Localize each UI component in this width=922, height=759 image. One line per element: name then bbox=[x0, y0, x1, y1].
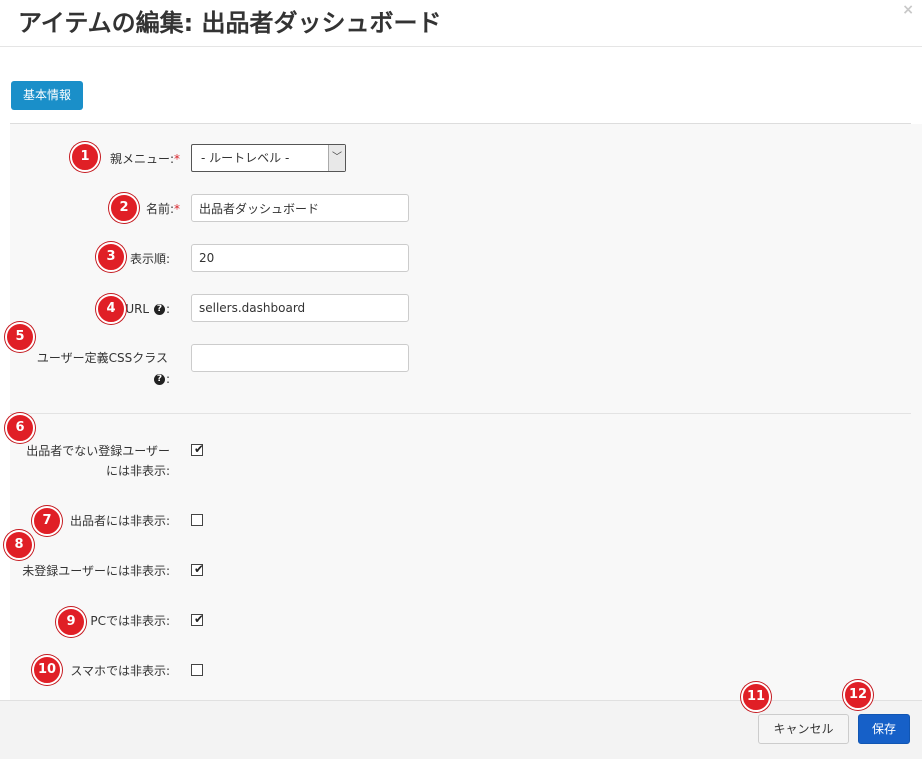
check-icon: ✔ bbox=[194, 442, 205, 456]
required-mark: * bbox=[174, 152, 180, 166]
hide-mobile-checkbox[interactable] bbox=[191, 664, 203, 676]
annotation-badge: 3 bbox=[96, 242, 126, 272]
help-icon[interactable]: ? bbox=[153, 304, 165, 315]
name-input[interactable] bbox=[191, 194, 409, 222]
url-input[interactable] bbox=[191, 294, 409, 322]
check-icon: ✔ bbox=[194, 562, 205, 576]
hide-non-seller-checkbox[interactable]: ✔ bbox=[191, 442, 205, 456]
hide-non-seller-label-line2: には非表示: bbox=[105, 464, 170, 478]
annotation-badge: 11 bbox=[741, 682, 771, 712]
hide-seller-checkbox[interactable] bbox=[191, 514, 203, 526]
annotation-badge: 8 bbox=[4, 530, 34, 560]
css-class-label: ユーザー定義CSSクラス bbox=[36, 351, 168, 365]
annotation-badge: 5 bbox=[5, 322, 35, 352]
hide-mobile-label: スマホでは非表示: bbox=[70, 664, 170, 678]
annotation-badge: 12 bbox=[843, 680, 873, 710]
required-mark: * bbox=[174, 202, 180, 216]
help-icon[interactable]: ? bbox=[153, 374, 165, 385]
annotation-badge: 2 bbox=[109, 193, 139, 223]
chevron-down-icon: ﹀ bbox=[328, 145, 345, 171]
cancel-button[interactable]: キャンセル bbox=[758, 714, 849, 744]
annotation-badge: 1 bbox=[70, 142, 100, 172]
parent-menu-select[interactable]: - ルートレベル - ﹀ bbox=[191, 144, 346, 172]
parent-menu-value: - ルートレベル - bbox=[201, 151, 290, 165]
name-label: 名前:* bbox=[145, 202, 180, 216]
hide-guest-label: 未登録ユーザーには非表示: bbox=[22, 564, 170, 578]
hide-non-seller-label-line1: 出品者でない登録ユーザー bbox=[26, 444, 170, 458]
display-order-input[interactable] bbox=[191, 244, 409, 272]
dialog-header: アイテムの編集: 出品者ダッシュボード × bbox=[0, 0, 922, 47]
tab-basic-info[interactable]: 基本情報 bbox=[11, 81, 84, 110]
section-divider bbox=[10, 413, 911, 414]
annotation-badge: 9 bbox=[56, 607, 86, 637]
annotation-badge: 4 bbox=[96, 294, 126, 324]
display-order-label: 表示順: bbox=[129, 252, 170, 266]
hide-pc-checkbox[interactable]: ✔ bbox=[191, 612, 205, 626]
close-icon[interactable]: × bbox=[902, 2, 914, 18]
annotation-badge: 7 bbox=[32, 506, 62, 536]
hide-pc-label: PCでは非表示: bbox=[90, 614, 170, 628]
dialog-title: アイテムの編集: 出品者ダッシュボード bbox=[18, 9, 442, 37]
css-class-input[interactable] bbox=[191, 344, 409, 372]
css-class-label-help: ?: bbox=[153, 369, 170, 389]
url-label: URL ?: bbox=[125, 302, 170, 316]
annotation-badge: 10 bbox=[32, 655, 62, 685]
hide-seller-label: 出品者には非表示: bbox=[69, 514, 170, 528]
check-icon: ✔ bbox=[194, 612, 205, 626]
annotation-badge: 6 bbox=[5, 413, 35, 443]
save-button[interactable]: 保存 bbox=[858, 714, 910, 744]
parent-menu-label: 親メニュー:* bbox=[109, 152, 180, 166]
hide-guest-checkbox[interactable]: ✔ bbox=[191, 562, 205, 576]
